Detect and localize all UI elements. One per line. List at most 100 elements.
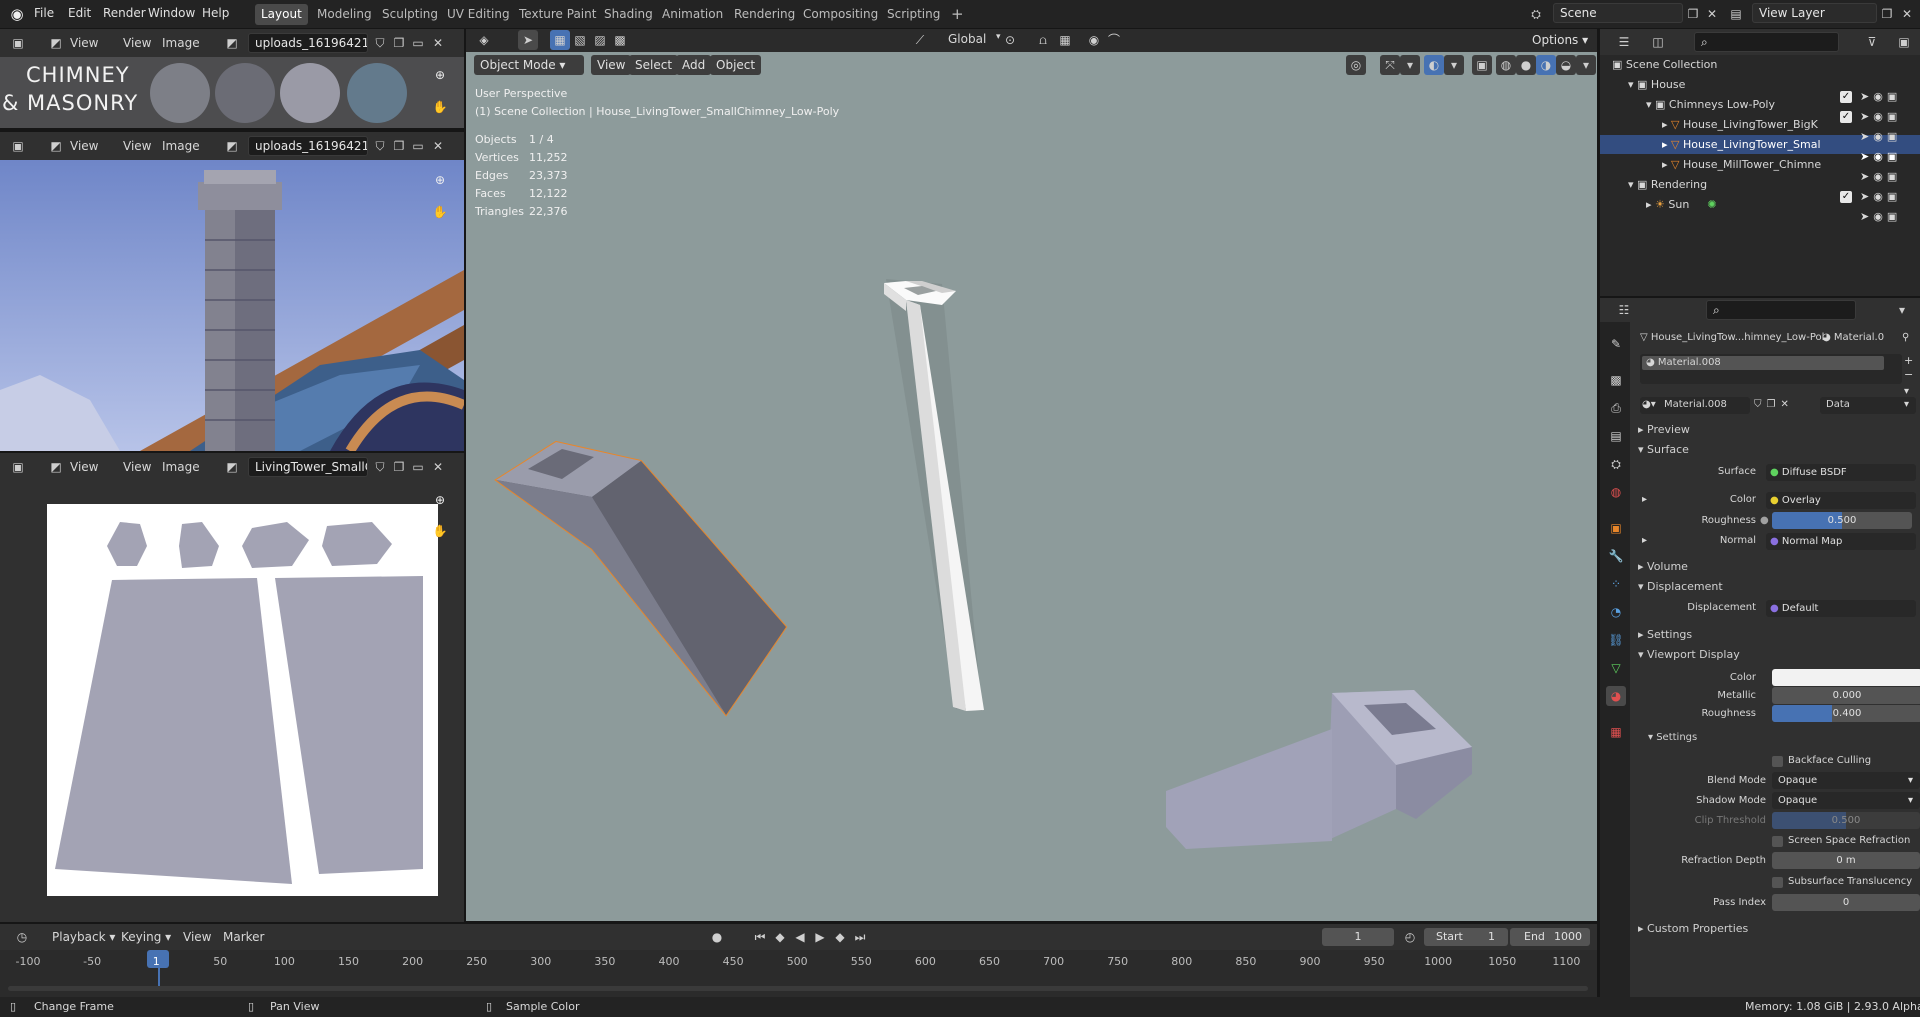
shadow-mode-dropdown[interactable]: Opaque ▾	[1772, 792, 1920, 809]
material-name-field[interactable]: ◕▾ Material.008	[1640, 397, 1750, 414]
viewport-display-section[interactable]: ▾ Viewport Display	[1638, 648, 1740, 661]
zoom-icon[interactable]: ⊕	[430, 170, 450, 190]
image-browse-icon[interactable]: ◩	[222, 33, 242, 53]
copy-view-layer-icon[interactable]: ❐	[1877, 4, 1897, 24]
menu-help[interactable]: Help	[202, 6, 229, 20]
display-mode-icon[interactable]: ◫	[1648, 32, 1668, 52]
blend-mode-dropdown[interactable]: Opaque ▾	[1772, 772, 1920, 789]
outliner-obj-1[interactable]: ▸ ▽ House_LivingTower_BigK	[1662, 118, 1818, 131]
menu-file[interactable]: File	[34, 6, 54, 20]
play-reverse-icon[interactable]: ◀	[790, 927, 810, 947]
close-view-layer-icon[interactable]: ✕	[1897, 4, 1917, 24]
copy-scene-icon[interactable]: ❐	[1683, 4, 1703, 24]
start-frame-field[interactable]: Start 1	[1424, 928, 1508, 946]
open-image-icon[interactable]: ▭	[408, 457, 428, 477]
surface-section[interactable]: ▾ Surface	[1638, 443, 1689, 456]
scene-field[interactable]: Scene	[1553, 3, 1683, 23]
sun-item[interactable]: ▸ ☀ Sun ✺	[1646, 198, 1717, 211]
image-editor-1-canvas[interactable]: CHIMNEY & MASONRY ⊕ ✋	[0, 57, 464, 128]
properties-search-input[interactable]: ⌕	[1706, 300, 1856, 320]
chevron-right-icon[interactable]: ▸	[1662, 138, 1671, 151]
tool-tab-icon[interactable]: ✎	[1606, 334, 1626, 354]
view-layer-tab-icon[interactable]: ▤	[1606, 426, 1626, 446]
displacement-section[interactable]: ▾ Displacement	[1638, 580, 1723, 593]
image-browse-icon[interactable]: ◩	[222, 457, 242, 477]
chevron-down-icon[interactable]: ▾	[1646, 98, 1655, 111]
tab-rendering[interactable]: Rendering	[728, 4, 801, 25]
outliner-obj-3[interactable]: ▸ ▽ House_MillTower_Chimne	[1662, 158, 1821, 171]
normal-expand-icon[interactable]: ▸	[1642, 535, 1647, 546]
settings-section[interactable]: ▸ Settings	[1638, 628, 1692, 641]
object-tab-icon[interactable]: ▣	[1606, 518, 1626, 538]
world-tab-icon[interactable]: ◍	[1606, 482, 1626, 502]
tab-texture-paint[interactable]: Texture Paint	[513, 4, 602, 25]
image-menu[interactable]: Image	[162, 36, 200, 50]
tab-shading[interactable]: Shading	[598, 4, 659, 25]
tab-layout[interactable]: Layout	[255, 4, 308, 25]
view-menu[interactable]: View	[70, 36, 98, 50]
view-menu[interactable]: View	[70, 460, 98, 474]
obj3-restrict-icons[interactable]: ➤◉▣	[1860, 170, 1901, 183]
editor-type-icon[interactable]: ☷	[1614, 300, 1634, 320]
chimneys-restrict-icons[interactable]: ➤◉▣	[1860, 110, 1901, 123]
end-frame-field[interactable]: End 1000	[1510, 928, 1590, 946]
menu-edit[interactable]: Edit	[68, 6, 91, 20]
options-chevron-icon[interactable]: ▾	[1892, 300, 1912, 320]
link-dropdown[interactable]: Data ▾	[1820, 397, 1916, 414]
rendering-include-checkbox[interactable]: ✓	[1840, 191, 1852, 203]
rendering-restrict-icons[interactable]: ➤◉▣	[1860, 190, 1901, 203]
tab-compositing[interactable]: Compositing	[797, 4, 884, 25]
material-slot-list[interactable]: ◕ Material.008	[1640, 354, 1902, 384]
unlink-image-icon[interactable]: ✕	[428, 457, 448, 477]
output-tab-icon[interactable]: ⎙	[1606, 398, 1626, 418]
keying-menu[interactable]: Keying ▾	[121, 930, 171, 944]
outliner-obj-2[interactable]: ▸ ▽ House_LivingTower_Smal	[1662, 138, 1821, 151]
unlink-image-icon[interactable]: ✕	[428, 136, 448, 156]
roughness-slider[interactable]: 0.500	[1772, 512, 1912, 529]
fake-user-icon[interactable]: ⛉	[370, 33, 390, 53]
vd-settings-section[interactable]: ▾ Settings	[1648, 732, 1697, 743]
chevron-right-icon[interactable]: ▸	[1662, 158, 1671, 171]
prev-keyframe-icon[interactable]: ◆	[770, 927, 790, 947]
chevron-down-icon[interactable]: ▾	[1628, 78, 1637, 91]
jump-end-icon[interactable]: ⏭	[850, 927, 870, 947]
image-browse-icon[interactable]: ◩	[222, 136, 242, 156]
stopwatch-icon[interactable]: ◴	[1400, 927, 1420, 947]
pan-hand-icon[interactable]: ✋	[430, 97, 450, 117]
normal-field[interactable]: ● Normal Map	[1766, 533, 1916, 550]
image-mode-icon[interactable]: ◩	[46, 33, 66, 53]
view-layer-field[interactable]: View Layer	[1752, 3, 1877, 23]
filter-icon[interactable]: ⊽	[1862, 32, 1882, 52]
fake-user-icon[interactable]: ⛉	[370, 457, 390, 477]
image-mode-icon[interactable]: ◩	[46, 136, 66, 156]
tab-sculpting[interactable]: Sculpting	[376, 4, 444, 25]
material-browse-icon[interactable]: ◕▾	[1642, 399, 1656, 410]
volume-section[interactable]: ▸ Volume	[1638, 560, 1688, 573]
sun-restrict-icons[interactable]: ➤◉▣	[1860, 210, 1901, 223]
image-menu[interactable]: Image	[162, 139, 200, 153]
tab-modeling[interactable]: Modeling	[311, 4, 378, 25]
rendering-collection-item[interactable]: ▾ ▣ Rendering	[1628, 178, 1707, 191]
editor-type-icon[interactable]: ▣	[8, 33, 28, 53]
material-tab-icon[interactable]: ◕	[1606, 686, 1626, 706]
image-mode-icon[interactable]: ◩	[46, 457, 66, 477]
add-slot-icon[interactable]: +	[1904, 354, 1913, 367]
modifier-tab-icon[interactable]: 🔧	[1606, 546, 1626, 566]
image-editor-2-canvas[interactable]: ⊕ ✋	[0, 160, 464, 451]
open-image-icon[interactable]: ▭	[408, 33, 428, 53]
vd-color-swatch[interactable]	[1772, 669, 1920, 686]
pin-icon[interactable]: ⚲	[1902, 332, 1909, 343]
editor-type-icon[interactable]: ☰	[1614, 32, 1634, 52]
unlink-image-icon[interactable]: ✕	[428, 33, 448, 53]
new-image-icon[interactable]: ❐	[389, 136, 409, 156]
image-name-field[interactable]: LivingTower_SmallC...	[248, 457, 368, 477]
sss-checkbox[interactable]	[1772, 877, 1783, 888]
pan-hand-icon[interactable]: ✋	[430, 202, 450, 222]
play-icon[interactable]: ▶	[810, 927, 830, 947]
vd-metallic-slider[interactable]: 0.000	[1772, 687, 1920, 704]
view-menu[interactable]: View	[183, 930, 211, 944]
texture-tab-icon[interactable]: ▦	[1606, 722, 1626, 742]
tab-uv-editing[interactable]: UV Editing	[441, 4, 516, 25]
jump-start-icon[interactable]: ⏮	[750, 927, 770, 947]
view-menu-2[interactable]: View	[123, 460, 151, 474]
